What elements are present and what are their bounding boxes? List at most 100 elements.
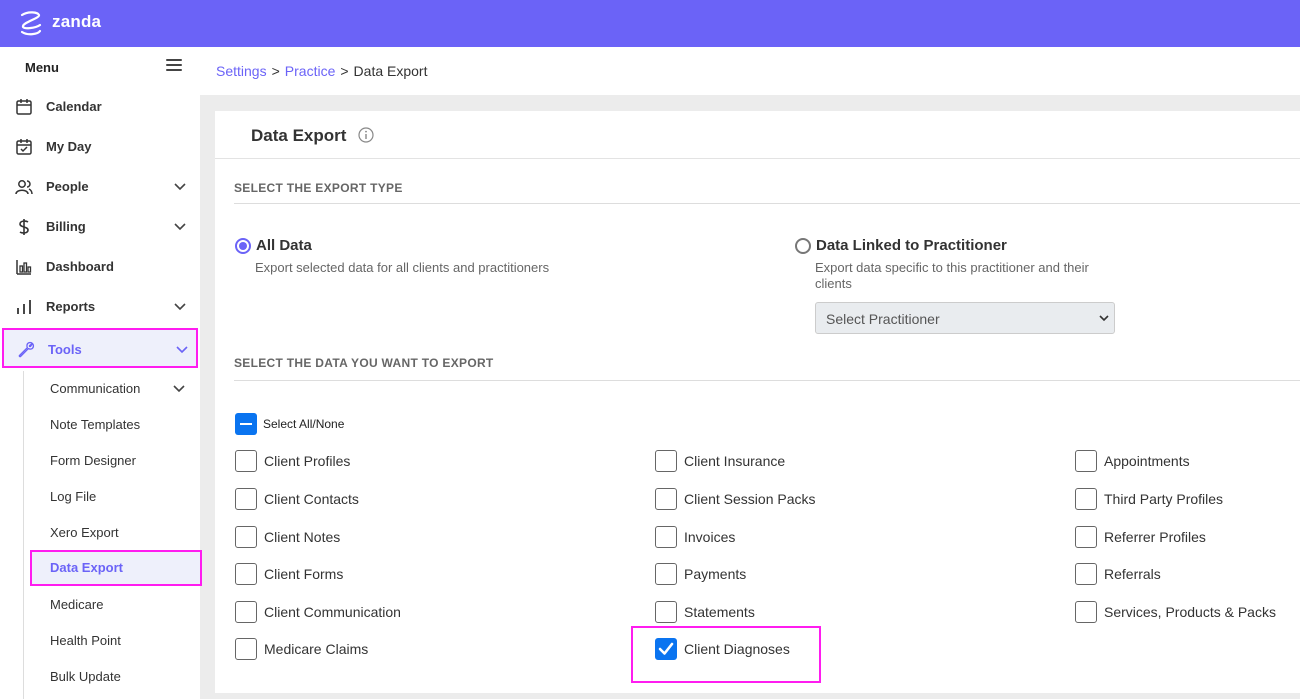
chevron-down-icon[interactable] (173, 221, 187, 231)
dashboard-icon (16, 260, 32, 275)
sidebar-item-dashboard[interactable]: Dashboard (0, 247, 200, 287)
all-data-radio[interactable] (235, 238, 251, 254)
checkbox-label[interactable]: Client Session Packs (684, 491, 816, 507)
submenu-item-communication[interactable]: Communication (30, 371, 202, 407)
checkbox-label[interactable]: Payments (684, 566, 746, 582)
calendar-check-icon (16, 139, 32, 155)
submenu-item-log-file[interactable]: Log File (30, 479, 202, 515)
breadcrumb-separator: > (271, 63, 280, 79)
wrench-icon (18, 341, 35, 358)
chevron-down-icon[interactable] (173, 181, 187, 191)
checkbox-box[interactable] (655, 488, 677, 510)
submenu-item-bulk-update[interactable]: Bulk Update (30, 659, 202, 695)
sidebar-item-people[interactable]: People (0, 167, 200, 207)
sidebar: Menu Calendar My Day People Billing Dash… (0, 47, 202, 699)
submenu-item-label: Form Designer (50, 453, 136, 468)
checkbox-box[interactable] (235, 601, 257, 623)
submenu-item-xero-export[interactable]: Xero Export (30, 515, 202, 551)
submenu-guide-line (23, 371, 24, 699)
checkbox-label[interactable]: Statements (684, 604, 755, 620)
data-export-card: Data Export SELECT THE EXPORT TYPE All D… (215, 111, 1300, 693)
checkbox-label[interactable]: Client Communication (264, 604, 401, 620)
checkbox-box[interactable] (235, 638, 257, 660)
dollar-icon (19, 219, 29, 235)
submenu-item-label: Data Export (50, 560, 123, 575)
sidebar-item-label: People (46, 179, 89, 194)
info-icon[interactable] (358, 127, 374, 143)
chevron-down-icon[interactable] (173, 301, 187, 311)
submenu-item-note-templates[interactable]: Note Templates (30, 407, 202, 443)
checkbox-label[interactable]: Client Profiles (264, 453, 350, 469)
top-bar: zanda (0, 0, 1300, 47)
sidebar-item-my-day[interactable]: My Day (0, 127, 200, 167)
checkbox-box[interactable] (1075, 526, 1097, 548)
export-type-heading: SELECT THE EXPORT TYPE (234, 181, 403, 195)
checkbox-box[interactable] (655, 450, 677, 472)
submenu-item-label: Bulk Update (50, 669, 121, 684)
checkbox-label[interactable]: Client Contacts (264, 491, 359, 507)
checkbox-box[interactable] (655, 638, 677, 660)
submenu-item-health-point[interactable]: Health Point (30, 623, 202, 659)
linked-practitioner-label[interactable]: Data Linked to Practitioner (816, 237, 1007, 254)
practitioner-select[interactable]: Select Practitioner (815, 302, 1115, 334)
menu-heading: Menu (25, 60, 59, 75)
linked-practitioner-description: Export data specific to this practitione… (815, 260, 1089, 291)
submenu-item-label: Communication (50, 381, 141, 396)
checkbox-box[interactable] (1075, 601, 1097, 623)
checkbox-label[interactable]: Appointments (1104, 453, 1190, 469)
hamburger-icon[interactable] (166, 59, 182, 73)
checkbox-box[interactable] (1075, 563, 1097, 585)
breadcrumb-practice-link[interactable]: Practice (285, 63, 336, 79)
calendar-icon (16, 99, 32, 115)
checkbox-box[interactable] (235, 488, 257, 510)
checkbox-box[interactable] (655, 563, 677, 585)
sidebar-item-billing[interactable]: Billing (0, 207, 200, 247)
submenu-item-label: Medicare (50, 597, 104, 612)
checkmark-icon (658, 642, 674, 655)
sidebar-item-reports[interactable]: Reports (0, 287, 200, 327)
checkbox-box[interactable] (235, 563, 257, 585)
checkbox-label[interactable]: Client Notes (264, 529, 340, 545)
submenu-item-label: Log File (50, 489, 97, 504)
checkbox-box[interactable] (1075, 488, 1097, 510)
breadcrumb-settings-link[interactable]: Settings (216, 63, 267, 79)
bar-chart-icon (17, 300, 31, 314)
submenu-item-medicare[interactable]: Medicare (30, 587, 202, 623)
select-all-checkbox[interactable] (235, 413, 257, 435)
submenu-item-data-export[interactable]: Data Export (30, 550, 202, 586)
checkbox-label[interactable]: Medicare Claims (264, 641, 368, 657)
checkbox-box[interactable] (235, 526, 257, 548)
page-title: Data Export (251, 126, 347, 145)
checkbox-box[interactable] (1075, 450, 1097, 472)
chevron-down-icon[interactable] (175, 344, 189, 354)
checkbox-box[interactable] (235, 450, 257, 472)
all-data-label[interactable]: All Data (256, 237, 312, 254)
checkbox-box[interactable] (655, 601, 677, 623)
sidebar-item-tools[interactable]: Tools (2, 328, 198, 368)
all-data-description: Export selected data for all clients and… (255, 260, 550, 275)
checkbox-label[interactable]: Referrer Profiles (1104, 529, 1206, 545)
chevron-down-icon[interactable] (172, 383, 186, 393)
checkbox-label[interactable]: Services, Products & Packs (1104, 604, 1276, 620)
submenu-item-label: Health Point (50, 633, 121, 648)
brand-name[interactable]: zanda (52, 12, 101, 32)
section-divider (234, 380, 1300, 381)
select-all-label[interactable]: Select All/None (263, 417, 344, 431)
checkbox-label[interactable]: Invoices (684, 529, 735, 545)
linked-practitioner-radio[interactable] (795, 238, 811, 254)
checkbox-label[interactable]: Third Party Profiles (1104, 491, 1223, 507)
submenu-item-form-designer[interactable]: Form Designer (30, 443, 202, 479)
checkbox-label[interactable]: Referrals (1104, 566, 1161, 582)
checkbox-label[interactable]: Client Diagnoses (684, 641, 790, 657)
practitioner-select-value: Select Practitioner (826, 311, 940, 327)
checkbox-label[interactable]: Client Insurance (684, 453, 785, 469)
zanda-logo-icon[interactable] (16, 8, 46, 38)
sidebar-item-calendar[interactable]: Calendar (0, 87, 200, 127)
sidebar-item-label: Tools (48, 342, 82, 357)
sidebar-item-label: Calendar (46, 99, 102, 114)
checkbox-label[interactable]: Client Forms (264, 566, 343, 582)
checkbox-box[interactable] (655, 526, 677, 548)
breadcrumb: Settings > Practice > Data Export (216, 63, 427, 79)
breadcrumb-bar: Settings > Practice > Data Export (200, 47, 1300, 95)
data-selection-heading: SELECT THE DATA YOU WANT TO EXPORT (234, 356, 494, 370)
